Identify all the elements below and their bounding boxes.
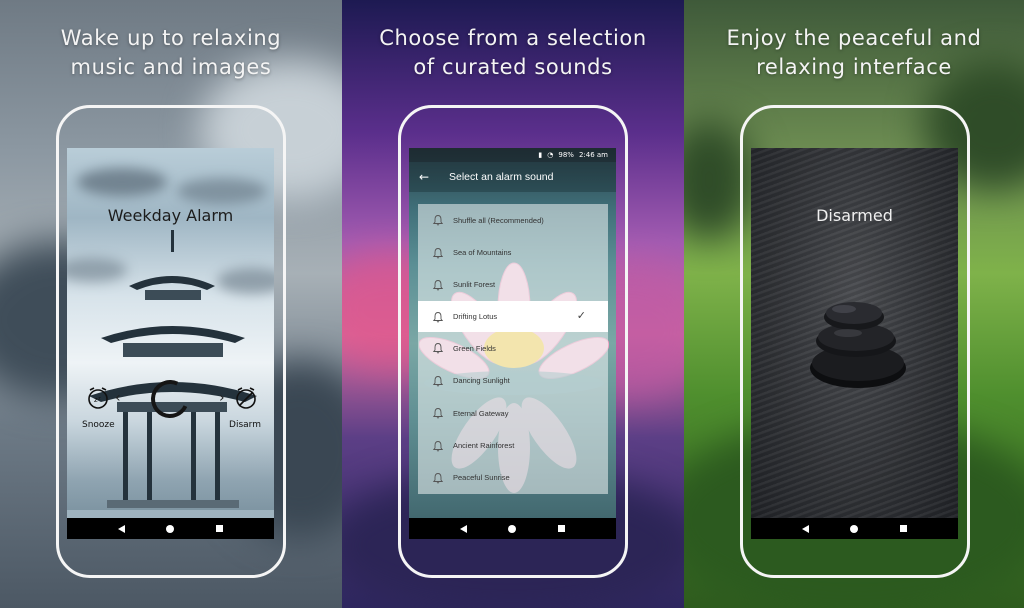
wifi-icon: ◔ (547, 151, 554, 159)
disarmed-screen: Disarmed (751, 148, 958, 539)
cloud-image (177, 178, 267, 204)
sound-label: Dancing Sunlight (453, 376, 510, 386)
caption-line-1: Wake up to relaxing (60, 26, 282, 50)
snooze-label: Snooze (82, 420, 115, 430)
sound-selection-screen: ▮ ◔ 98% 2:46 am ← Select an alarm sound … (409, 148, 616, 539)
sound-list-item[interactable]: Drifting Lotus ✓ (418, 301, 608, 333)
nav-bar (409, 518, 616, 539)
back-arrow-icon[interactable]: ← (409, 170, 439, 184)
back-icon[interactable] (801, 524, 809, 533)
sound-list-item[interactable]: Dancing Sunlight (418, 364, 608, 397)
bell-icon (432, 311, 444, 323)
sound-label: Sea of Mountains (453, 248, 512, 258)
sound-label: Eternal Gateway (453, 408, 509, 418)
signal-icon: ▮ (538, 151, 543, 159)
home-icon[interactable] (850, 524, 859, 533)
alarm-screen: Weekday Alarm z z ‹ › Snooze Disarm (67, 148, 274, 539)
screen-title: Select an alarm sound (449, 171, 554, 183)
sound-list-item[interactable]: Eternal Gateway (418, 396, 608, 430)
sound-label: Peaceful Sunrise (453, 473, 510, 483)
recent-apps-icon[interactable] (216, 525, 224, 532)
sound-list-item[interactable]: Sea of Mountains (418, 236, 608, 269)
caption-line-2: music and images (70, 55, 272, 79)
home-icon[interactable] (166, 524, 175, 533)
bell-icon (432, 343, 444, 354)
svg-text:z: z (98, 396, 101, 402)
disarm-icon[interactable] (234, 386, 258, 410)
bell-icon (432, 408, 444, 419)
sound-list-item[interactable]: Shuffle all (Recommended) (418, 204, 608, 237)
alarm-title: Weekday Alarm (107, 206, 234, 225)
back-icon[interactable] (459, 524, 467, 533)
panel-sound-selection: Choose from a selection of curated sound… (342, 0, 684, 608)
caption-line-1: Enjoy the peaceful and (726, 26, 982, 50)
caption: Enjoy the peaceful and relaxing interfac… (684, 24, 1024, 82)
sound-list-item[interactable]: Sunlit Forest (418, 268, 608, 302)
sound-list-item[interactable]: Green Fields (418, 332, 608, 365)
app-bar: ← Select an alarm sound (409, 162, 616, 192)
panel-wake-up: Wake up to relaxing music and images Wee… (0, 0, 342, 608)
slide-right-chevron-icon: › (219, 390, 225, 406)
back-icon[interactable] (117, 524, 125, 533)
bell-icon (432, 247, 444, 258)
sound-list-item[interactable]: Peaceful Sunrise (418, 461, 608, 495)
sound-list: Shuffle all (Recommended) Sea of Mountain… (418, 204, 608, 495)
bell-icon (432, 440, 444, 451)
cloud-image (77, 168, 167, 196)
status-bar: ▮ ◔ 98% 2:46 am (409, 148, 616, 162)
sound-label: Shuffle all (Recommended) (453, 215, 544, 225)
disarm-label: Disarm (229, 420, 261, 430)
home-icon[interactable] (508, 524, 517, 533)
status-time: 2:46 am (578, 151, 608, 159)
alarm-slider-handle[interactable] (145, 374, 195, 424)
disarmed-status: Disarmed (816, 206, 893, 225)
snooze-icon[interactable]: z z (86, 386, 110, 410)
battery-level: 98% (558, 151, 574, 159)
caption-line-2: relaxing interface (756, 55, 952, 79)
caption-line-1: Choose from a selection (379, 26, 647, 50)
sound-label: Drifting Lotus (453, 312, 498, 322)
recent-apps-icon[interactable] (900, 525, 908, 532)
caption: Wake up to relaxing music and images (0, 24, 342, 82)
sound-label: Ancient Rainforest (453, 441, 515, 451)
zen-stones-image (810, 302, 906, 388)
sound-list-item[interactable]: Ancient Rainforest (418, 429, 608, 462)
alarm-controls: z z ‹ › Snooze Disarm (67, 374, 274, 440)
sound-label: Sunlit Forest (453, 280, 496, 290)
panel-interface: Enjoy the peaceful and relaxing interfac… (684, 0, 1024, 608)
nav-bar (67, 518, 274, 539)
nav-bar (751, 518, 958, 539)
sound-label: Green Fields (453, 343, 496, 353)
caption: Choose from a selection of curated sound… (342, 24, 684, 82)
slide-left-chevron-icon: ‹ (115, 390, 121, 406)
bell-icon (432, 215, 444, 226)
recent-apps-icon[interactable] (558, 525, 566, 532)
bell-icon (432, 280, 444, 291)
bell-icon (432, 472, 444, 484)
bell-icon (432, 375, 444, 387)
checkmark-icon: ✓ (576, 310, 586, 323)
caption-line-2: of curated sounds (413, 55, 613, 79)
